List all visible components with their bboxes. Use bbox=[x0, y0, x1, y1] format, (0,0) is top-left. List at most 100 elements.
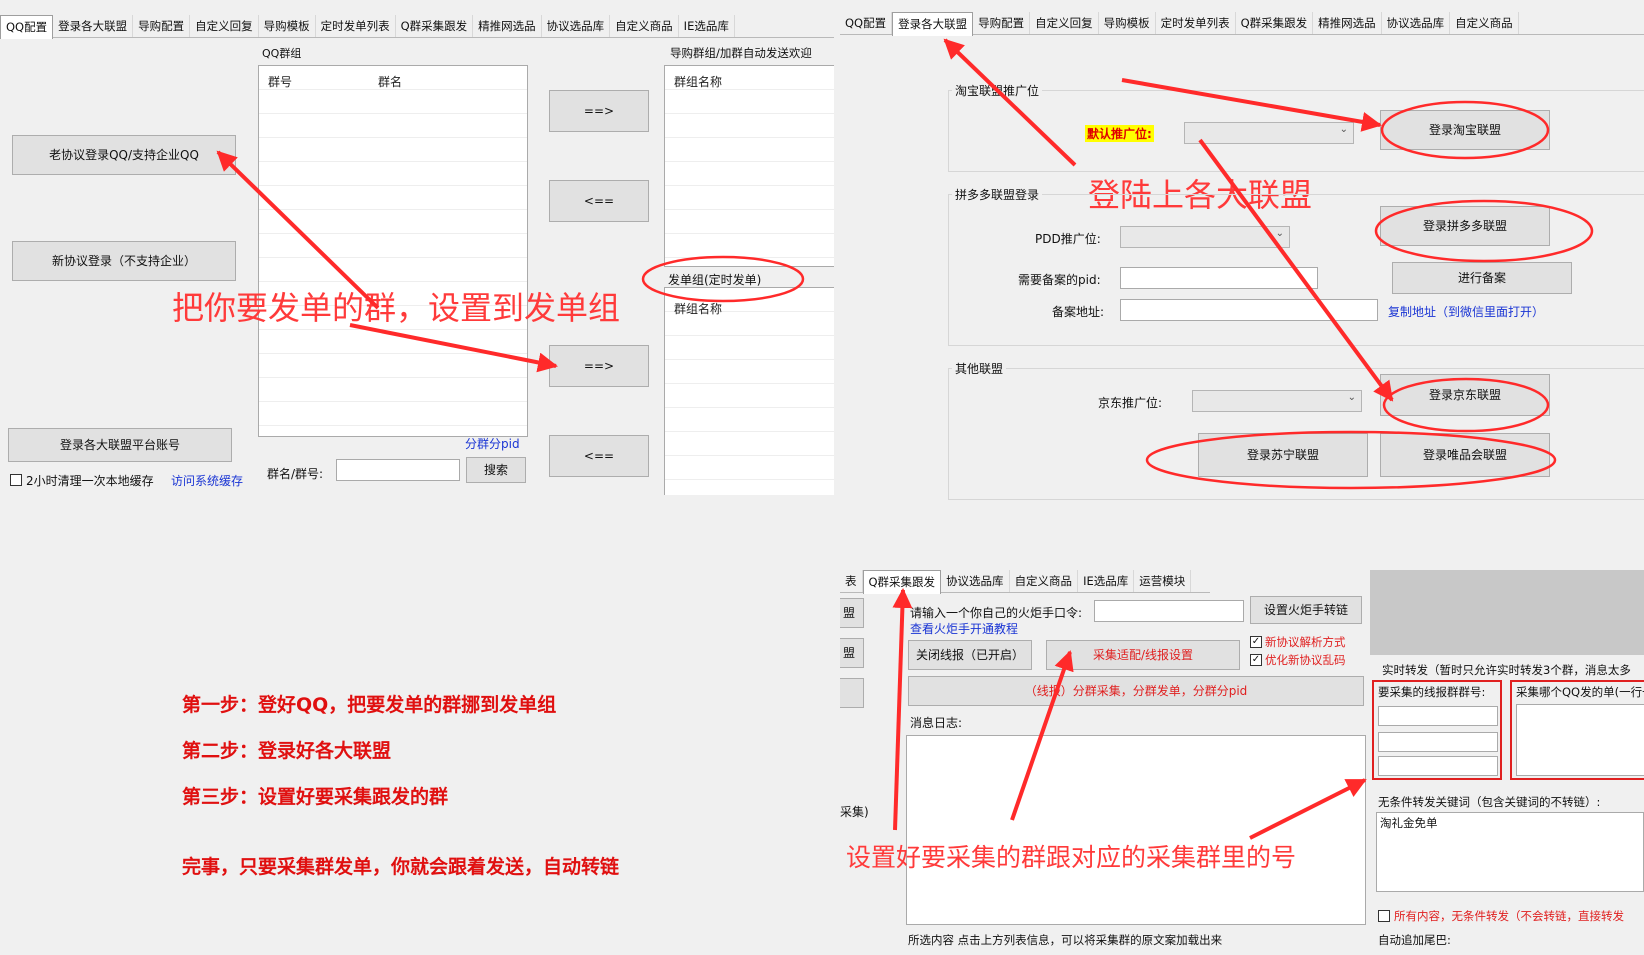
collect-group-input-1[interactable] bbox=[1378, 706, 1498, 726]
pdd-pid-select[interactable]: ⌄ bbox=[1120, 226, 1290, 248]
auto-tail-label: 自动追加尾巴: bbox=[1378, 933, 1451, 947]
move-left-button-1[interactable]: <== bbox=[549, 180, 649, 222]
move-right-button-1[interactable]: ==> bbox=[549, 90, 649, 132]
chevron-down-icon: ⌄ bbox=[1339, 124, 1348, 135]
set-torch-button[interactable]: 设置火炬手转链 bbox=[1250, 596, 1362, 624]
clear-cache-label: 2小时清理一次本地缓存 bbox=[26, 474, 154, 488]
tab-guide-config[interactable]: 导购配置 bbox=[973, 12, 1031, 34]
tab-schedule-list[interactable]: 表 bbox=[840, 570, 863, 592]
tab-jingtui[interactable]: 精推网选品 bbox=[473, 15, 542, 37]
default-pid-label: 默认推广位: bbox=[1085, 125, 1154, 142]
new-protocol-checkbox[interactable]: ✓ bbox=[1250, 636, 1262, 648]
pdd-pid-label: PDD推广位: bbox=[1035, 232, 1101, 246]
tab-qq-config[interactable]: QQ配置 bbox=[840, 12, 893, 34]
guide-group-title: 导购群组/加群自动发送欢迎 bbox=[670, 46, 812, 60]
move-left-button-2[interactable]: <== bbox=[549, 435, 649, 477]
tab-custom-reply[interactable]: 自定义回复 bbox=[1030, 12, 1099, 34]
col-group-name: 群名 bbox=[378, 75, 403, 89]
login-pdd-button[interactable]: 登录拼多多联盟 bbox=[1380, 206, 1550, 246]
search-label: 群名/群号: bbox=[267, 467, 324, 481]
tab-custom-reply[interactable]: 自定义回复 bbox=[190, 15, 259, 37]
old-protocol-login-button[interactable]: 老协议登录QQ/支持企业QQ bbox=[12, 135, 236, 175]
qq-group-list[interactable] bbox=[258, 65, 528, 437]
search-input[interactable] bbox=[336, 459, 460, 481]
guide-group-list[interactable] bbox=[664, 65, 834, 267]
torch-tutorial-link[interactable]: 查看火炬手开通教程 bbox=[910, 620, 1018, 637]
chevron-down-icon: ⌄ bbox=[1275, 228, 1284, 239]
copy-url-link[interactable]: 复制地址（到微信里面打开） bbox=[1388, 303, 1544, 320]
keyword-value: 淘礼金免单 bbox=[1380, 816, 1438, 830]
pdd-group-title: 拼多多联盟登录 bbox=[952, 186, 1043, 203]
tab-union-login[interactable]: 登录各大联盟 bbox=[53, 15, 134, 37]
move-right-button-2[interactable]: ==> bbox=[549, 345, 649, 387]
collect-qq-textarea[interactable] bbox=[1516, 704, 1644, 776]
torch-token-label: 请输入一个你自己的火炬手口令: bbox=[910, 606, 1083, 620]
side-union-button-2[interactable]: 盟 bbox=[840, 638, 864, 668]
tab-protocol-lib[interactable]: 协议选品库 bbox=[941, 570, 1010, 592]
chevron-down-icon: ⌄ bbox=[1347, 392, 1356, 403]
side-collect-label: 采集) bbox=[840, 805, 869, 819]
login-suning-button[interactable]: 登录苏宁联盟 bbox=[1198, 433, 1368, 477]
tab-group-collect[interactable]: Q群采集跟发 bbox=[1236, 12, 1314, 34]
visit-cache-link[interactable]: 访问系统缓存 bbox=[171, 472, 243, 489]
col-group-name-send: 群组名称 bbox=[674, 302, 723, 316]
pid-per-group-link[interactable]: 分群分pid bbox=[465, 435, 520, 452]
tab-guide-template[interactable]: 导购模板 bbox=[259, 15, 316, 37]
collect-mode-banner: （线报）分群采集，分群发单，分群分pid bbox=[908, 676, 1364, 706]
optimize-protocol-checkbox[interactable]: ✓ bbox=[1250, 654, 1262, 666]
record-pid-input[interactable] bbox=[1120, 267, 1318, 289]
tab-schedule-list[interactable]: 定时发单列表 bbox=[316, 15, 396, 37]
send-group-label: 发单组(定时发单) bbox=[668, 273, 762, 287]
collect-group-input-3[interactable] bbox=[1378, 756, 1498, 776]
tab-guide-config[interactable]: 导购配置 bbox=[133, 15, 191, 37]
tab-jingtui[interactable]: 精推网选品 bbox=[1313, 12, 1382, 34]
tab-protocol-lib[interactable]: 协议选品库 bbox=[542, 15, 611, 37]
tab-qq-config[interactable]: QQ配置 bbox=[0, 15, 54, 39]
tab-custom-goods[interactable]: 自定义商品 bbox=[1450, 12, 1519, 34]
login-jd-button[interactable]: 登录京东联盟 bbox=[1380, 374, 1550, 416]
step-2-text: 第二步：登录好各大联盟 bbox=[182, 740, 392, 762]
record-url-input[interactable] bbox=[1120, 299, 1378, 321]
record-url-label: 备案地址: bbox=[1052, 305, 1105, 319]
default-pid-select[interactable]: ⌄ bbox=[1184, 122, 1354, 144]
step-1-text: 第一步：登好QQ，把要发单的群挪到发单组 bbox=[182, 694, 557, 716]
panel-qq-config: QQ配置 登录各大联盟 导购配置 自定义回复 导购模板 定时发单列表 Q群采集跟… bbox=[0, 15, 834, 495]
tab-guide-template[interactable]: 导购模板 bbox=[1099, 12, 1156, 34]
tab-union-login[interactable]: 登录各大联盟 bbox=[892, 12, 974, 36]
all-forward-label: 所有内容，无条件转发（不会转链，直接转发 bbox=[1394, 909, 1624, 923]
login-vip-button[interactable]: 登录唯品会联盟 bbox=[1380, 433, 1550, 477]
tab-protocol-lib[interactable]: 协议选品库 bbox=[1382, 12, 1451, 34]
tab-operations[interactable]: 运营模块 bbox=[1134, 570, 1192, 592]
tab-custom-goods[interactable]: 自定义商品 bbox=[1010, 570, 1079, 592]
side-union-button-1[interactable]: 盟 bbox=[840, 598, 864, 628]
torch-token-input[interactable] bbox=[1094, 600, 1244, 622]
tab-ie-lib[interactable]: IE选品库 bbox=[679, 15, 735, 37]
jd-pid-label: 京东推广位: bbox=[1098, 396, 1163, 410]
all-forward-checkbox[interactable] bbox=[1378, 910, 1390, 922]
login-union-accounts-button[interactable]: 登录各大联盟平台账号 bbox=[8, 428, 232, 462]
collect-settings-button[interactable]: 采集适配/线报设置 bbox=[1046, 640, 1240, 670]
step-3-text: 第三步：设置好要采集跟发的群 bbox=[182, 786, 449, 808]
col-group-no: 群号 bbox=[268, 75, 293, 89]
jd-pid-select[interactable]: ⌄ bbox=[1192, 390, 1362, 412]
keyword-label: 无条件转发关键词（包含关键词的不转链）: bbox=[1378, 795, 1601, 809]
login-taobao-button[interactable]: 登录淘宝联盟 bbox=[1380, 110, 1550, 150]
side-union-button-3[interactable] bbox=[840, 678, 864, 708]
close-report-button[interactable]: 关闭线报（已开启） bbox=[908, 640, 1032, 670]
tab-custom-goods[interactable]: 自定义商品 bbox=[610, 15, 679, 37]
send-group-list[interactable] bbox=[664, 287, 834, 495]
message-log-area[interactable] bbox=[906, 735, 1366, 925]
collect-qq-label: 采集哪个QQ发的单(一行一 bbox=[1516, 685, 1644, 699]
tab-ie-lib[interactable]: IE选品库 bbox=[1078, 570, 1135, 592]
search-button[interactable]: 搜索 bbox=[466, 457, 526, 483]
record-button[interactable]: 进行备案 bbox=[1392, 262, 1572, 294]
clear-cache-checkbox[interactable] bbox=[10, 474, 22, 486]
tab-schedule-list[interactable]: 定时发单列表 bbox=[1156, 12, 1236, 34]
tab-group-collect[interactable]: Q群采集跟发 bbox=[396, 15, 474, 37]
collect-group-input-2[interactable] bbox=[1378, 732, 1498, 752]
collect-group-label: 要采集的线报群群号: bbox=[1378, 685, 1486, 699]
tab-group-collect[interactable]: Q群采集跟发 bbox=[862, 570, 942, 594]
new-protocol-login-button[interactable]: 新协议登录（不支持企业） bbox=[12, 241, 236, 281]
realtime-forward-label: 实时转发（暂时只允许实时转发3个群，消息太多 bbox=[1382, 663, 1631, 677]
done-text: 完事，只要采集群发单，你就会跟着发送，自动转链 bbox=[182, 856, 620, 878]
